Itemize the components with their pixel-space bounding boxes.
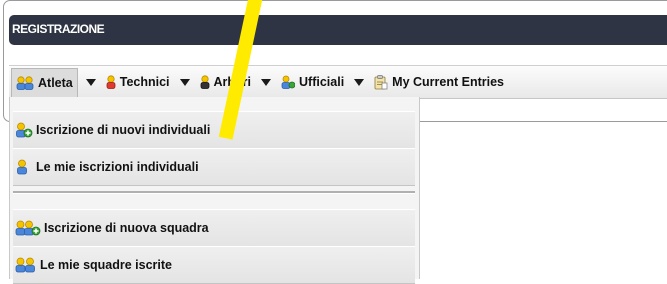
dropdown-item-new-team[interactable]: Iscrizione di nuova squadra [13,209,415,247]
menu-atleta[interactable]: Atleta [11,67,78,97]
dropdown-separator [13,191,415,194]
two-people-icon [16,75,34,90]
person-icon [15,159,33,175]
menu-ufficiali[interactable]: Ufficiali [279,68,346,96]
atleta-dropdown-menu: Iscrizione di nuovi individuali Le mie i… [9,97,420,284]
person-red-icon [106,75,116,89]
dropdown-item-new-team-label: Iscrizione di nuova squadra [44,221,209,235]
menu-my-current-entries[interactable]: My Current Entries [372,68,506,96]
dropdown-item-my-individual-label: Le mie iscrizioni individuali [36,160,199,174]
dropdown-item-new-individual-label: Iscrizione di nuovi individuali [36,123,211,137]
team-icon [15,257,37,273]
panel-header [9,15,667,45]
menu-technici-label: Technici [119,75,170,89]
dropdown-item-new-individual[interactable]: Iscrizione di nuovi individuali [13,111,415,149]
menu-atleta-label: Atleta [38,75,73,90]
panel-title: REGISTRAZIONE [12,22,105,36]
person-dark-icon [200,75,210,89]
menu-my-current-entries-label: My Current Entries [392,75,505,89]
atleta-dropdown-arrow[interactable] [85,78,96,86]
team-add-icon [15,220,41,236]
menubar: Atleta Technici Arbitri [9,65,667,99]
menu-technici[interactable]: Technici [104,68,172,96]
technici-dropdown-arrow[interactable] [179,78,190,86]
menu-ufficiali-label: Ufficiali [299,75,345,89]
ufficiali-dropdown-arrow[interactable] [354,78,365,86]
arbitri-dropdown-arrow[interactable] [261,78,272,86]
clipboard-icon [374,74,388,90]
person-add-icon [15,122,33,138]
dropdown-item-my-individual[interactable]: Le mie iscrizioni individuali [13,148,415,186]
dropdown-item-my-teams-label: Le mie squadre iscrite [40,258,173,272]
person-group-icon [281,75,296,89]
dropdown-item-my-teams[interactable]: Le mie squadre iscrite [13,246,415,284]
